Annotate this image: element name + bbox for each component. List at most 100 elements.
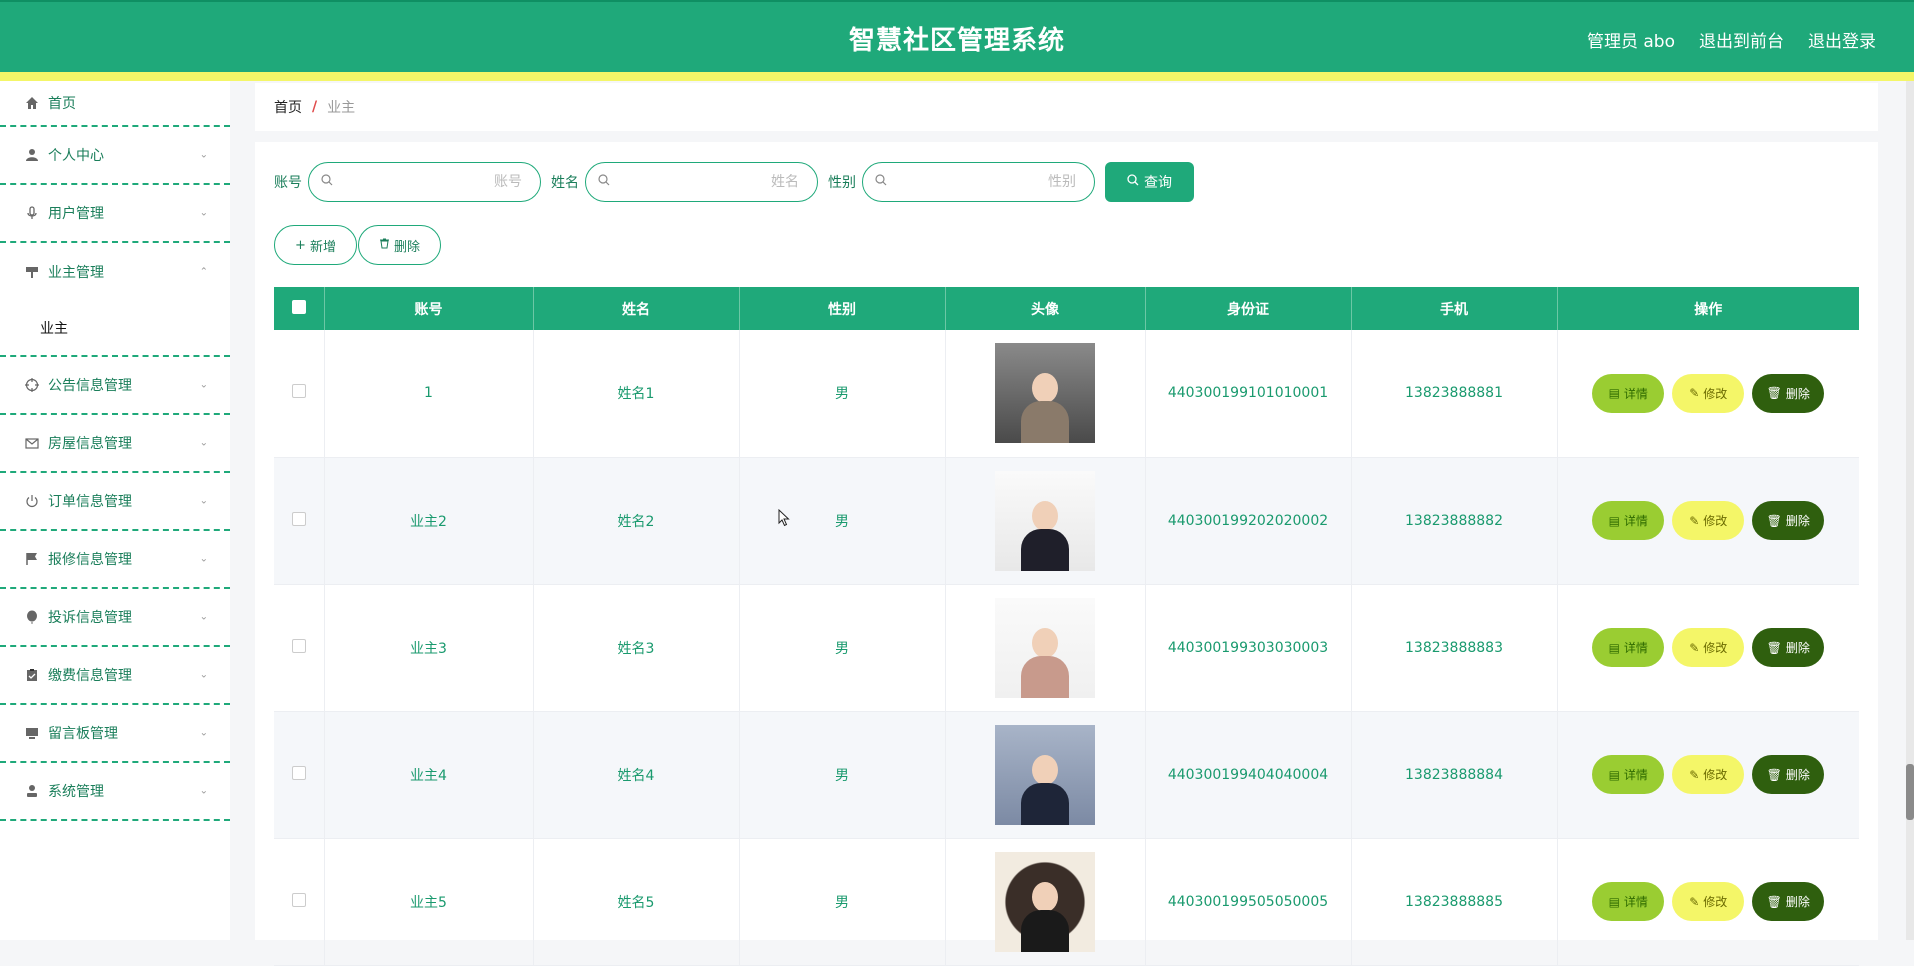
delete-button[interactable]: 🗑 删除 [1752,373,1825,413]
name-input[interactable] [616,174,799,190]
edit-button[interactable]: ✎ 修改 [1672,628,1745,667]
sidebar-item-owner-management[interactable]: 业主管理 ⌃ [0,243,230,301]
sidebar-item-home[interactable]: 首页 [0,81,230,127]
avatar-person-icon [1021,627,1069,698]
gender-search-field[interactable] [862,162,1095,202]
breadcrumb: 首页 / 业主 [255,83,1878,131]
avatar-person-icon [1021,373,1069,444]
row-checkbox[interactable] [291,384,306,399]
edit-button-label: 修改 [1703,386,1728,401]
search-bar: 账号 姓名 性别 查询 [274,162,1194,202]
sidebar-item-label: 留言板管理 [48,726,118,742]
sidebar-item-label: 投诉信息管理 [48,610,132,626]
delete-button-label: 删除 [1785,895,1810,909]
row-select-cell [274,584,325,711]
avatar[interactable] [995,470,1095,571]
person-icon [25,784,39,798]
sidebar-item-order-management[interactable]: 订单信息管理 ⌄ [0,473,230,531]
column-header-phone: 手机 [1351,287,1558,330]
edit-button-label: 修改 [1703,768,1728,782]
cell-phone: 13823888883 [1351,584,1558,711]
chevron-up-icon: ⌃ [199,266,208,278]
edit-button[interactable]: ✎ 修改 [1672,882,1745,921]
select-all-cell [274,287,325,330]
detail-button[interactable]: ▤ 详情 [1592,882,1665,921]
breadcrumb-home[interactable]: 首页 [274,97,302,117]
delete-button[interactable]: 🗑 删除 [1752,882,1825,921]
account-input[interactable] [339,174,522,190]
sidebar-item-system-management[interactable]: 系统管理 ⌄ [0,763,230,821]
gender-input[interactable] [893,174,1076,190]
edit-button[interactable]: ✎ 修改 [1672,501,1745,540]
cell-account: 业主3 [324,584,534,711]
edit-button[interactable]: ✎ 修改 [1672,755,1745,794]
top-links: 管理员 abo 退出到前台 退出登录 [1587,27,1876,52]
column-header-account: 账号 [324,287,534,330]
signpost-icon [25,265,39,279]
main-panel: 账号 姓名 性别 查询 + [255,142,1878,965]
plus-icon: + [295,237,306,253]
row-checkbox[interactable] [291,765,306,780]
row-select-cell [274,457,325,584]
exit-to-frontend-link[interactable]: 退出到前台 [1699,27,1784,52]
column-header-avatar: 头像 [945,287,1146,330]
sidebar-item-message-board[interactable]: 留言板管理 ⌄ [0,705,230,763]
power-icon [25,494,39,508]
trash-icon: 🗑 [1766,513,1782,528]
row-checkbox[interactable] [291,892,306,907]
cell-actions: ▤ 详情 ✎ 修改 🗑 删除 [1557,838,1859,965]
detail-button[interactable]: ▤ 详情 [1592,501,1665,540]
table-row: 业主2 姓名2 男 440300199202020002 13823888882 ▤ 详情 ✎… [274,457,1859,584]
sidebar-item-personal-center[interactable]: 个人中心 ⌄ [0,127,230,185]
cell-avatar [945,711,1146,838]
select-all-checkbox[interactable] [291,299,306,314]
name-search-field[interactable] [585,162,818,202]
logout-link[interactable]: 退出登录 [1808,27,1876,52]
avatar[interactable] [995,597,1095,698]
edit-button[interactable]: ✎ 修改 [1672,373,1745,413]
add-button[interactable]: + 新增 [274,225,357,265]
avatar[interactable] [995,851,1095,952]
delete-button[interactable]: 🗑 删除 [1752,501,1825,540]
vertical-scrollbar[interactable] [1906,81,1914,940]
detail-button[interactable]: ▤ 详情 [1592,755,1665,794]
chevron-down-icon: ⌄ [199,495,208,507]
chevron-down-icon: ⌄ [199,207,208,219]
delete-button[interactable]: 🗑 删除 [1752,755,1825,794]
cell-actions: ▤ 详情 ✎ 修改 🗑 删除 [1557,457,1859,584]
detail-button[interactable]: ▤ 详情 [1592,373,1665,413]
cell-account: 业主2 [324,457,534,584]
column-header-id-card: 身份证 [1145,287,1352,330]
admin-label: 管理员 abo [1586,32,1675,52]
detail-button[interactable]: ▤ 详情 [1592,628,1665,667]
row-checkbox[interactable] [291,638,306,653]
sidebar-item-label: 订单信息管理 [48,494,132,510]
sidebar-subitem-owner[interactable]: 业主 [0,301,230,357]
delete-button[interactable]: 🗑 删除 [1752,628,1825,667]
sidebar-item-user-management[interactable]: 用户管理 ⌄ [0,185,230,243]
edit-button-label: 修改 [1703,895,1728,909]
row-select-cell [274,838,325,965]
sidebar-item-payment-management[interactable]: 缴费信息管理 ⌄ [0,647,230,705]
search-icon [321,174,333,190]
cell-phone: 13823888882 [1351,457,1558,584]
scrollbar-thumb[interactable] [1906,764,1914,820]
sidebar-item-repair-management[interactable]: 报修信息管理 ⌄ [0,531,230,589]
detail-button-label: 详情 [1623,514,1648,528]
sidebar-item-complaint-management[interactable]: 投诉信息管理 ⌄ [0,589,230,647]
account-search-field[interactable] [308,162,541,202]
sidebar-item-announcement-management[interactable]: 公告信息管理 ⌄ [0,357,230,415]
avatar[interactable] [995,724,1095,825]
account-label: 账号 [274,175,302,191]
target-icon [25,378,39,392]
avatar[interactable] [995,343,1095,444]
trash-icon [379,238,390,253]
row-checkbox[interactable] [291,511,306,526]
bulk-delete-button[interactable]: 删除 [358,225,441,265]
cell-avatar [945,457,1146,584]
owner-table: 账号 姓名 性别 头像 身份证 手机 操作 1 姓名1 男 4403001991010… [274,287,1859,966]
document-icon: ▤ [1608,894,1620,909]
query-button[interactable]: 查询 [1105,162,1194,202]
flag-icon [25,552,39,566]
sidebar-item-house-management[interactable]: 房屋信息管理 ⌄ [0,415,230,473]
